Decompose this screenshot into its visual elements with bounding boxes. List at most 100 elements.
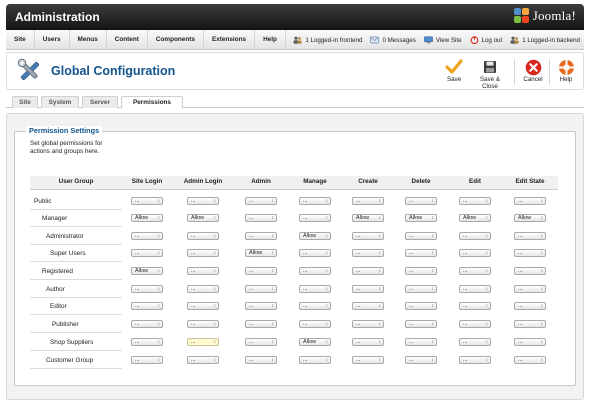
permission-select[interactable]: ... ↕: [514, 249, 546, 257]
permission-select[interactable]: Allow ↕: [187, 214, 219, 222]
permission-select[interactable]: ... ↕: [187, 302, 219, 310]
permission-select[interactable]: ... ↕: [459, 285, 491, 293]
permission-select[interactable]: ... ↕: [405, 302, 437, 310]
permission-select[interactable]: ... ↕: [514, 338, 546, 346]
menu-menus[interactable]: Menus: [70, 30, 107, 50]
permission-select[interactable]: ... ↕: [245, 320, 277, 328]
permission-select[interactable]: Allow ↕: [299, 338, 331, 346]
logout-link[interactable]: Log out: [470, 36, 502, 44]
menu-content[interactable]: Content: [107, 30, 148, 50]
permission-select[interactable]: ... ↕: [299, 320, 331, 328]
permission-select[interactable]: ... ↕: [405, 338, 437, 346]
permission-select[interactable]: ... ↕: [405, 267, 437, 275]
permission-select[interactable]: ... ↕: [299, 214, 331, 222]
help-button[interactable]: Help: [548, 58, 584, 88]
permission-select[interactable]: Allow ↕: [131, 214, 163, 222]
permission-select[interactable]: ... ↕: [459, 232, 491, 240]
view-site-link[interactable]: View Site: [424, 36, 462, 44]
permission-select[interactable]: ... ↕: [514, 302, 546, 310]
save-button[interactable]: Save: [436, 58, 472, 88]
menu-users[interactable]: Users: [35, 30, 70, 50]
permission-select[interactable]: ... ↕: [187, 285, 219, 293]
permission-select[interactable]: ... ↕: [245, 232, 277, 240]
permission-select[interactable]: ... ↕: [514, 285, 546, 293]
permission-select[interactable]: ... ↕: [187, 249, 219, 257]
permission-select[interactable]: ... ↕: [514, 197, 546, 205]
permission-select[interactable]: ... ↕: [131, 249, 163, 257]
permission-select[interactable]: ... ↕: [299, 285, 331, 293]
tab-server[interactable]: Server: [82, 96, 118, 108]
permission-select[interactable]: ... ↕: [352, 302, 384, 310]
permission-select[interactable]: ... ↕: [299, 197, 331, 205]
permission-select[interactable]: ... ↕: [459, 197, 491, 205]
permission-select[interactable]: ... ↕: [459, 356, 491, 364]
permission-select[interactable]: ... ↕: [459, 338, 491, 346]
permission-select[interactable]: Allow ↕: [245, 249, 277, 257]
permission-select[interactable]: ... ↕: [405, 285, 437, 293]
permission-select[interactable]: ... ↕: [131, 356, 163, 364]
permission-select[interactable]: ... ↕: [245, 197, 277, 205]
permission-select[interactable]: ... ↕: [514, 232, 546, 240]
permission-select[interactable]: ... ↕: [405, 232, 437, 240]
permission-select[interactable]: ... ↕: [459, 320, 491, 328]
permission-select[interactable]: ... ↕: [514, 356, 546, 364]
permission-select[interactable]: ... ↕: [187, 320, 219, 328]
cancel-button[interactable]: Cancel: [515, 58, 551, 88]
permission-select[interactable]: Allow ↕: [299, 232, 331, 240]
permission-select[interactable]: ... ↕: [245, 356, 277, 364]
menu-extensions[interactable]: Extensions: [204, 30, 256, 50]
save-close-button[interactable]: Save & Close: [472, 58, 508, 90]
permission-select[interactable]: ... ↕: [187, 338, 219, 346]
permission-select[interactable]: ... ↕: [187, 232, 219, 240]
menu-site[interactable]: Site: [6, 30, 35, 50]
permission-select[interactable]: ... ↕: [352, 232, 384, 240]
permission-select[interactable]: ... ↕: [187, 197, 219, 205]
permission-select[interactable]: ... ↕: [299, 249, 331, 257]
permission-select[interactable]: ... ↕: [245, 267, 277, 275]
permission-select[interactable]: ... ↕: [131, 302, 163, 310]
menu-help[interactable]: Help: [255, 30, 286, 50]
permission-select[interactable]: ... ↕: [187, 356, 219, 364]
joomla-logo[interactable]: Joomla!: [513, 8, 576, 24]
permission-select[interactable]: ... ↕: [352, 320, 384, 328]
permission-select[interactable]: Allow ↕: [131, 267, 163, 275]
permission-select[interactable]: ... ↕: [352, 356, 384, 364]
permission-select[interactable]: ... ↕: [405, 356, 437, 364]
configuration-tools-icon: [17, 58, 39, 80]
permission-select[interactable]: ... ↕: [131, 338, 163, 346]
permission-select[interactable]: ... ↕: [514, 320, 546, 328]
permission-select[interactable]: ... ↕: [352, 249, 384, 257]
permission-select[interactable]: ... ↕: [299, 267, 331, 275]
permission-select[interactable]: ... ↕: [131, 232, 163, 240]
permission-select[interactable]: ... ↕: [405, 249, 437, 257]
permission-select[interactable]: ... ↕: [131, 285, 163, 293]
permission-select[interactable]: ... ↕: [459, 267, 491, 275]
permission-select[interactable]: ... ↕: [131, 320, 163, 328]
permission-select[interactable]: ... ↕: [459, 302, 491, 310]
permission-select[interactable]: ... ↕: [245, 338, 277, 346]
tab-site[interactable]: Site: [12, 96, 38, 108]
permission-select[interactable]: ... ↕: [405, 320, 437, 328]
permission-select[interactable]: ... ↕: [352, 197, 384, 205]
menu-components[interactable]: Components: [148, 30, 204, 50]
permission-select[interactable]: ... ↕: [299, 356, 331, 364]
permission-select[interactable]: ... ↕: [299, 302, 331, 310]
permission-select[interactable]: Allow ↕: [514, 214, 546, 222]
permission-select[interactable]: ... ↕: [187, 267, 219, 275]
permission-select[interactable]: Allow ↕: [405, 214, 437, 222]
permission-select[interactable]: ... ↕: [459, 249, 491, 257]
permission-select[interactable]: ... ↕: [405, 197, 437, 205]
tab-system[interactable]: System: [41, 96, 79, 108]
permission-select[interactable]: ... ↕: [131, 197, 163, 205]
permission-select[interactable]: ... ↕: [245, 285, 277, 293]
tab-permissions[interactable]: Permissions: [121, 96, 183, 108]
permission-select[interactable]: ... ↕: [352, 285, 384, 293]
permission-select[interactable]: ... ↕: [245, 302, 277, 310]
permission-select[interactable]: ... ↕: [245, 214, 277, 222]
permission-select[interactable]: Allow ↕: [352, 214, 384, 222]
permission-select[interactable]: Allow ↕: [459, 214, 491, 222]
permission-select[interactable]: ... ↕: [352, 338, 384, 346]
permission-select[interactable]: ... ↕: [514, 267, 546, 275]
status-messages[interactable]: 0 Messages: [370, 36, 416, 44]
permission-select[interactable]: ... ↕: [352, 267, 384, 275]
